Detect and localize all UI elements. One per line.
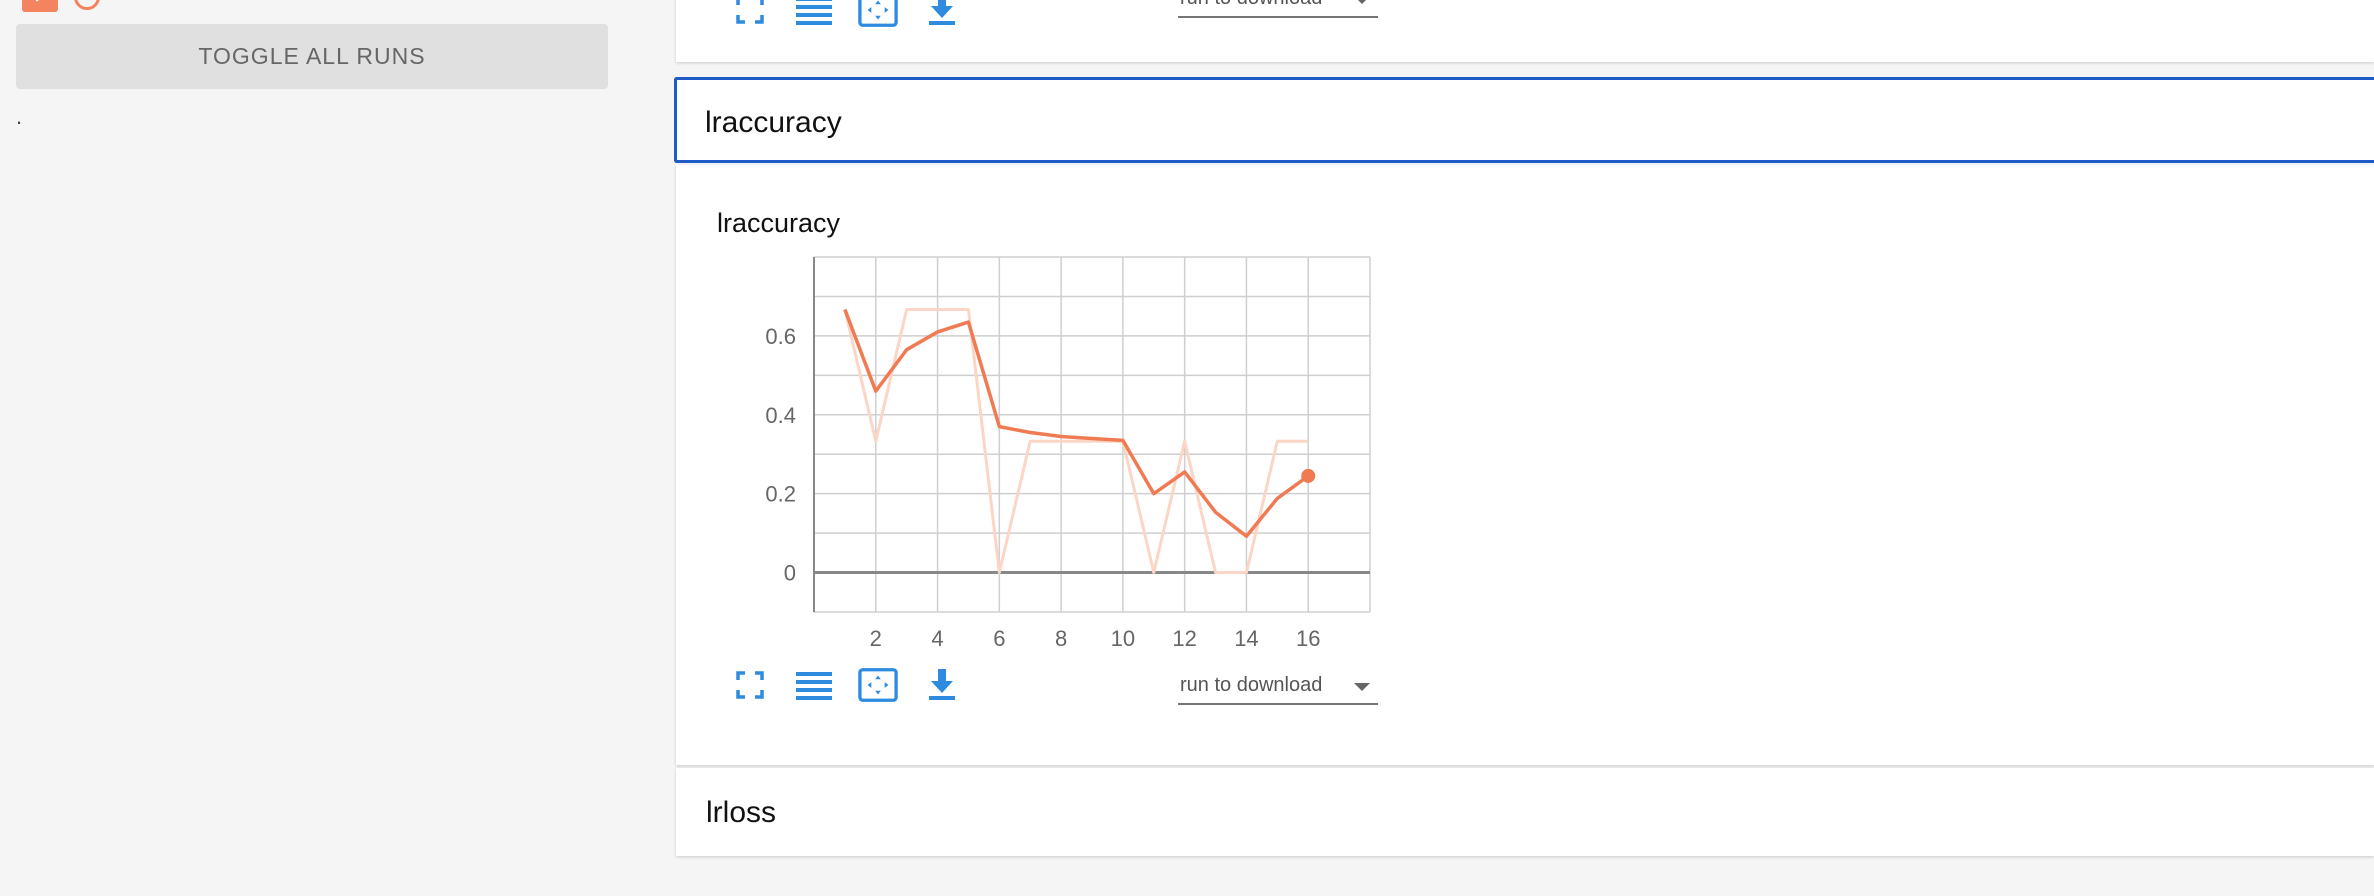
chart-card: lraccuracy 2 4 6 8 10 12 14 16 0 0.2 0.4 0.6 run to… xyxy=(676,165,2374,765)
chevron-down-icon xyxy=(1354,683,1370,691)
run-checkbox[interactable]: ✓ xyxy=(22,0,58,12)
y-tick-label: 0.6 xyxy=(765,324,796,349)
y-tick-label: 0 xyxy=(784,561,796,586)
chevron-down-icon xyxy=(1354,0,1370,4)
toggle-all-runs-button[interactable]: TOGGLE ALL RUNS xyxy=(16,24,608,89)
previous-chart-toolbar xyxy=(730,0,962,30)
sidebar: ✓ · TOGGLE ALL RUNS . xyxy=(0,0,670,896)
x-tick-label: 14 xyxy=(1234,626,1258,651)
x-tick-label: 6 xyxy=(993,626,1005,651)
sidebar-footnote: . xyxy=(16,104,23,129)
series-line-smoothed xyxy=(843,308,1310,539)
series-last-point xyxy=(1301,468,1316,483)
download-icon[interactable] xyxy=(922,665,962,705)
y-tick-label: 0.4 xyxy=(765,403,796,428)
data-table-icon[interactable] xyxy=(794,0,834,30)
x-tick-label: 12 xyxy=(1172,626,1196,651)
fullscreen-icon[interactable] xyxy=(730,665,770,705)
chart-title: lraccuracy xyxy=(717,208,841,238)
section-header[interactable]: lraccuracy xyxy=(674,77,2374,163)
lrloss-section-header[interactable]: lrloss xyxy=(676,768,2374,856)
section-title: lraccuracy xyxy=(705,106,842,139)
run-to-download-select[interactable]: run to download xyxy=(1178,0,1378,18)
x-tick-label: 2 xyxy=(870,626,882,651)
x-tick-label: 8 xyxy=(1055,626,1067,651)
lrloss-section-title: lrloss xyxy=(706,796,777,829)
chart-grid xyxy=(813,256,1371,613)
previous-chart-card: run to download xyxy=(676,0,2374,62)
run-color-swatch[interactable] xyxy=(74,0,100,10)
data-table-icon[interactable] xyxy=(794,665,834,705)
line-chart[interactable]: 2 4 6 8 10 12 14 16 0 0.2 0.4 0.6 xyxy=(732,250,1432,670)
x-tick-label: 16 xyxy=(1296,626,1320,651)
y-tick-label: 0.2 xyxy=(765,482,796,507)
chart-toolbar xyxy=(730,665,962,705)
fit-domain-icon[interactable] xyxy=(858,665,898,705)
download-icon[interactable] xyxy=(922,0,962,30)
x-tick-label: 4 xyxy=(931,626,943,651)
x-tick-label: 10 xyxy=(1111,626,1135,651)
fit-domain-icon[interactable] xyxy=(858,0,898,30)
fullscreen-icon[interactable] xyxy=(730,0,770,30)
run-row[interactable]: ✓ · xyxy=(22,0,123,12)
run-to-download-select[interactable]: run to download xyxy=(1178,669,1378,705)
run-name: · xyxy=(116,0,123,10)
chart-axis-labels: 2 4 6 8 10 12 14 16 0 0.2 0.4 0.6 xyxy=(765,324,1320,651)
